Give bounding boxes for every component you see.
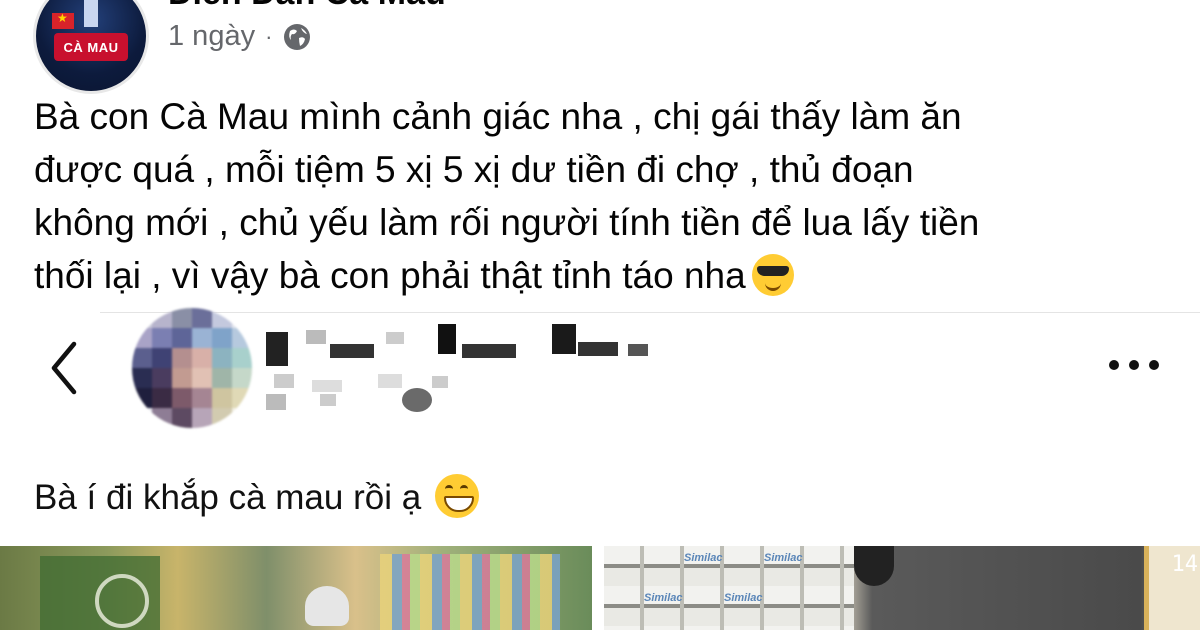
fan xyxy=(95,574,149,628)
grinning-emoji-icon xyxy=(434,474,479,518)
shop-photo-left[interactable] xyxy=(0,546,592,630)
post-line: Bà con Cà Mau mình cảnh giác nha , chị g… xyxy=(34,96,962,137)
divider xyxy=(100,312,1200,313)
shelf-goods xyxy=(380,554,560,630)
post-line: được quá , mỗi tiệm 5 xị 5 xị dư tiền đi… xyxy=(34,149,914,190)
meta-separator: · xyxy=(265,23,273,49)
avatar-logo-text: CÀ MAU xyxy=(54,33,128,61)
milk-cans xyxy=(604,546,854,630)
shop-photo-right[interactable]: Similac Similac Similac Similac 14 xyxy=(604,546,1200,630)
can-label: Similac xyxy=(684,552,723,564)
post-body: Bà con Cà Mau mình cảnh giác nha , chị g… xyxy=(34,90,1154,302)
shared-post-caption: Bà í đi khắp cà mau rồi ạ xyxy=(34,478,422,517)
shared-post-text: Bà í đi khắp cà mau rồi ạ xyxy=(34,474,479,518)
chevron-left-icon[interactable] xyxy=(46,340,80,396)
globe-icon[interactable] xyxy=(282,22,312,52)
post-line: không mới , chủ yếu làm rối người tính t… xyxy=(34,202,980,243)
post-meta: 1 ngày · xyxy=(168,20,312,53)
motorbike-tire xyxy=(854,546,894,586)
page-avatar[interactable]: CÀ MAU xyxy=(33,0,149,94)
sunglasses-emoji-icon xyxy=(751,254,794,296)
post-line-text: thối lại , vì vậy bà con phải thật tỉnh … xyxy=(34,255,746,296)
avatar-tower xyxy=(84,0,98,27)
blurred-avatar xyxy=(132,308,252,428)
can-label: Similac xyxy=(724,592,763,604)
can-label: Similac xyxy=(764,552,803,564)
more-dots-icon[interactable] xyxy=(1104,355,1164,375)
video-timestamp: 14 xyxy=(1171,552,1199,577)
can-label: Similac xyxy=(644,592,683,604)
helmet xyxy=(305,586,349,626)
avatar-flag xyxy=(52,11,74,29)
post-time[interactable]: 1 ngày xyxy=(168,20,255,53)
blurred-username xyxy=(266,322,666,412)
post-line: thối lại , vì vậy bà con phải thật tỉnh … xyxy=(34,249,1154,302)
page-name[interactable]: Diễn Đàn Cà Mau xyxy=(168,0,446,13)
